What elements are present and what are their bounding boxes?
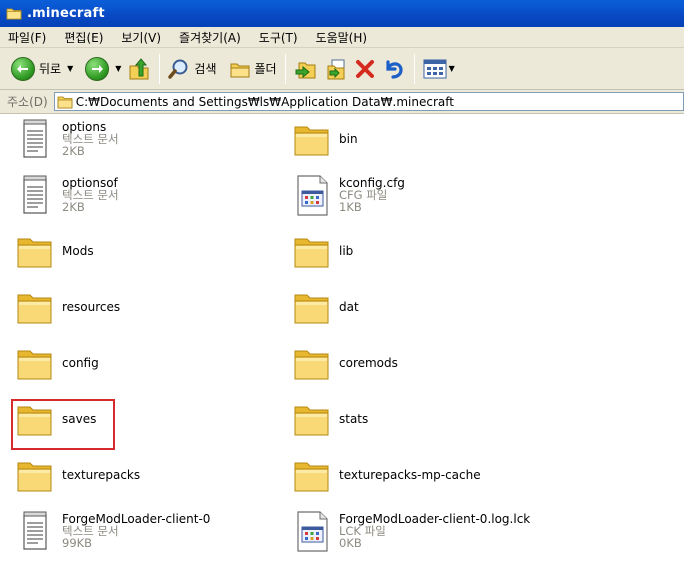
chevron-down-icon[interactable]: ▼ <box>67 64 73 73</box>
file-size: 2KB <box>62 144 85 158</box>
folder-icon <box>292 453 332 497</box>
search-icon <box>168 59 188 79</box>
menu-tools[interactable]: 도구(T) <box>257 28 300 47</box>
file-item[interactable]: bin <box>292 117 358 161</box>
folders-button[interactable]: 폴더 <box>226 52 280 86</box>
copy-to-icon <box>327 59 345 79</box>
toolbar: 뒤로 ▼ ▼ 검색 폴더 ▼ <box>0 48 684 90</box>
address-path: C:₩Documents and Settings₩ls₩Application… <box>75 94 454 109</box>
menu-file[interactable]: 파일(F) <box>6 28 48 47</box>
text-document-icon <box>15 509 55 553</box>
folders-icon <box>230 63 249 77</box>
folder-icon <box>292 341 332 385</box>
file-name: texturepacks <box>62 468 141 482</box>
file-item[interactable]: dat <box>292 285 359 329</box>
file-item[interactable]: ForgeModLoader-client-0 텍스트 문서 99KB <box>15 509 210 553</box>
move-to-button[interactable] <box>291 52 321 86</box>
up-folder-icon <box>129 57 149 79</box>
file-item[interactable]: kconfig.cfg CFG 파일 1KB <box>292 173 405 217</box>
forward-button[interactable]: ▼ <box>82 52 124 86</box>
chevron-down-icon[interactable]: ▼ <box>449 64 455 73</box>
delete-x-icon <box>355 59 374 78</box>
views-button[interactable]: ▼ <box>420 52 458 86</box>
back-label: 뒤로 <box>39 62 62 76</box>
title-bar[interactable]: .minecraft <box>0 0 684 27</box>
file-item[interactable]: options 텍스트 문서 2KB <box>15 117 119 161</box>
folder-icon <box>15 341 55 385</box>
folder-icon <box>6 7 22 20</box>
address-label: 주소(D) <box>7 95 48 109</box>
move-to-icon <box>295 62 316 78</box>
file-name: dat <box>339 300 359 314</box>
file-item[interactable]: stats <box>292 397 368 441</box>
file-item[interactable]: coremods <box>292 341 398 385</box>
file-item[interactable]: texturepacks <box>15 453 140 497</box>
folder-icon <box>15 453 55 497</box>
chevron-down-icon[interactable]: ▼ <box>115 64 121 73</box>
file-size: 2KB <box>62 200 85 214</box>
file-item[interactable]: optionsof 텍스트 문서 2KB <box>15 173 119 217</box>
views-icon <box>423 59 447 78</box>
file-name: texturepacks-mp-cache <box>339 468 481 482</box>
file-item[interactable]: Mods <box>15 229 94 273</box>
search-label: 검색 <box>194 62 217 76</box>
file-name: coremods <box>339 356 398 370</box>
up-folder-button[interactable] <box>124 52 154 86</box>
folder-icon <box>15 285 55 329</box>
menu-bar: 파일(F) 편집(E) 보기(V) 즐겨찾기(A) 도구(T) 도움말(H) <box>0 27 684 48</box>
file-name: config <box>62 356 99 370</box>
delete-button[interactable] <box>351 52 379 86</box>
window-title: .minecraft <box>27 6 105 21</box>
undo-button[interactable] <box>379 52 409 86</box>
toolbar-separator <box>159 53 161 84</box>
menu-favorites[interactable]: 즐겨찾기(A) <box>177 28 243 47</box>
file-name: lib <box>339 244 354 258</box>
copy-to-button[interactable] <box>321 52 351 86</box>
file-name: resources <box>62 300 121 314</box>
menu-edit[interactable]: 편집(E) <box>62 28 105 47</box>
back-arrow-icon <box>11 56 35 81</box>
file-item[interactable]: lib <box>292 229 353 273</box>
search-button[interactable]: 검색 <box>165 52 219 86</box>
file-size: 99KB <box>62 536 93 550</box>
back-button[interactable]: 뒤로 ▼ <box>8 52 76 86</box>
address-bar: 주소(D) C:₩Documents and Settings₩ls₩Appli… <box>0 90 684 114</box>
config-file-icon <box>292 509 332 553</box>
forward-arrow-icon <box>85 56 110 81</box>
file-item[interactable]: texturepacks-mp-cache <box>292 453 481 497</box>
file-item[interactable]: ForgeModLoader-client-0.log.lck LCK 파일 0KB <box>292 509 530 553</box>
menu-view[interactable]: 보기(V) <box>119 28 163 47</box>
undo-icon <box>385 59 403 79</box>
file-name: saves <box>62 412 97 426</box>
folder-icon <box>15 229 55 273</box>
file-size: 1KB <box>339 200 362 214</box>
toolbar-separator <box>284 53 286 84</box>
address-input[interactable]: C:₩Documents and Settings₩ls₩Application… <box>53 92 684 111</box>
file-name: stats <box>339 412 369 426</box>
toolbar-separator <box>413 53 415 84</box>
file-item[interactable]: config <box>15 341 99 385</box>
menu-help[interactable]: 도움말(H) <box>314 28 370 47</box>
config-file-icon <box>292 173 332 217</box>
file-type: LCK 파일 <box>339 524 386 538</box>
file-list: options 텍스트 문서 2KB bin optionsof 텍스트 문서 2KB kco… <box>0 115 684 571</box>
folders-label: 폴더 <box>254 62 277 76</box>
file-size: 0KB <box>339 536 362 550</box>
file-name: bin <box>339 132 358 146</box>
folder-icon <box>292 117 332 161</box>
text-document-icon <box>15 117 55 161</box>
file-item[interactable]: saves <box>15 397 96 441</box>
file-item[interactable]: resources <box>15 285 120 329</box>
folder-icon <box>15 397 55 441</box>
folder-icon <box>292 229 332 273</box>
folder-icon <box>57 96 73 108</box>
text-document-icon <box>15 173 55 217</box>
file-name: Mods <box>62 244 94 258</box>
folder-icon <box>292 285 332 329</box>
folder-icon <box>292 397 332 441</box>
